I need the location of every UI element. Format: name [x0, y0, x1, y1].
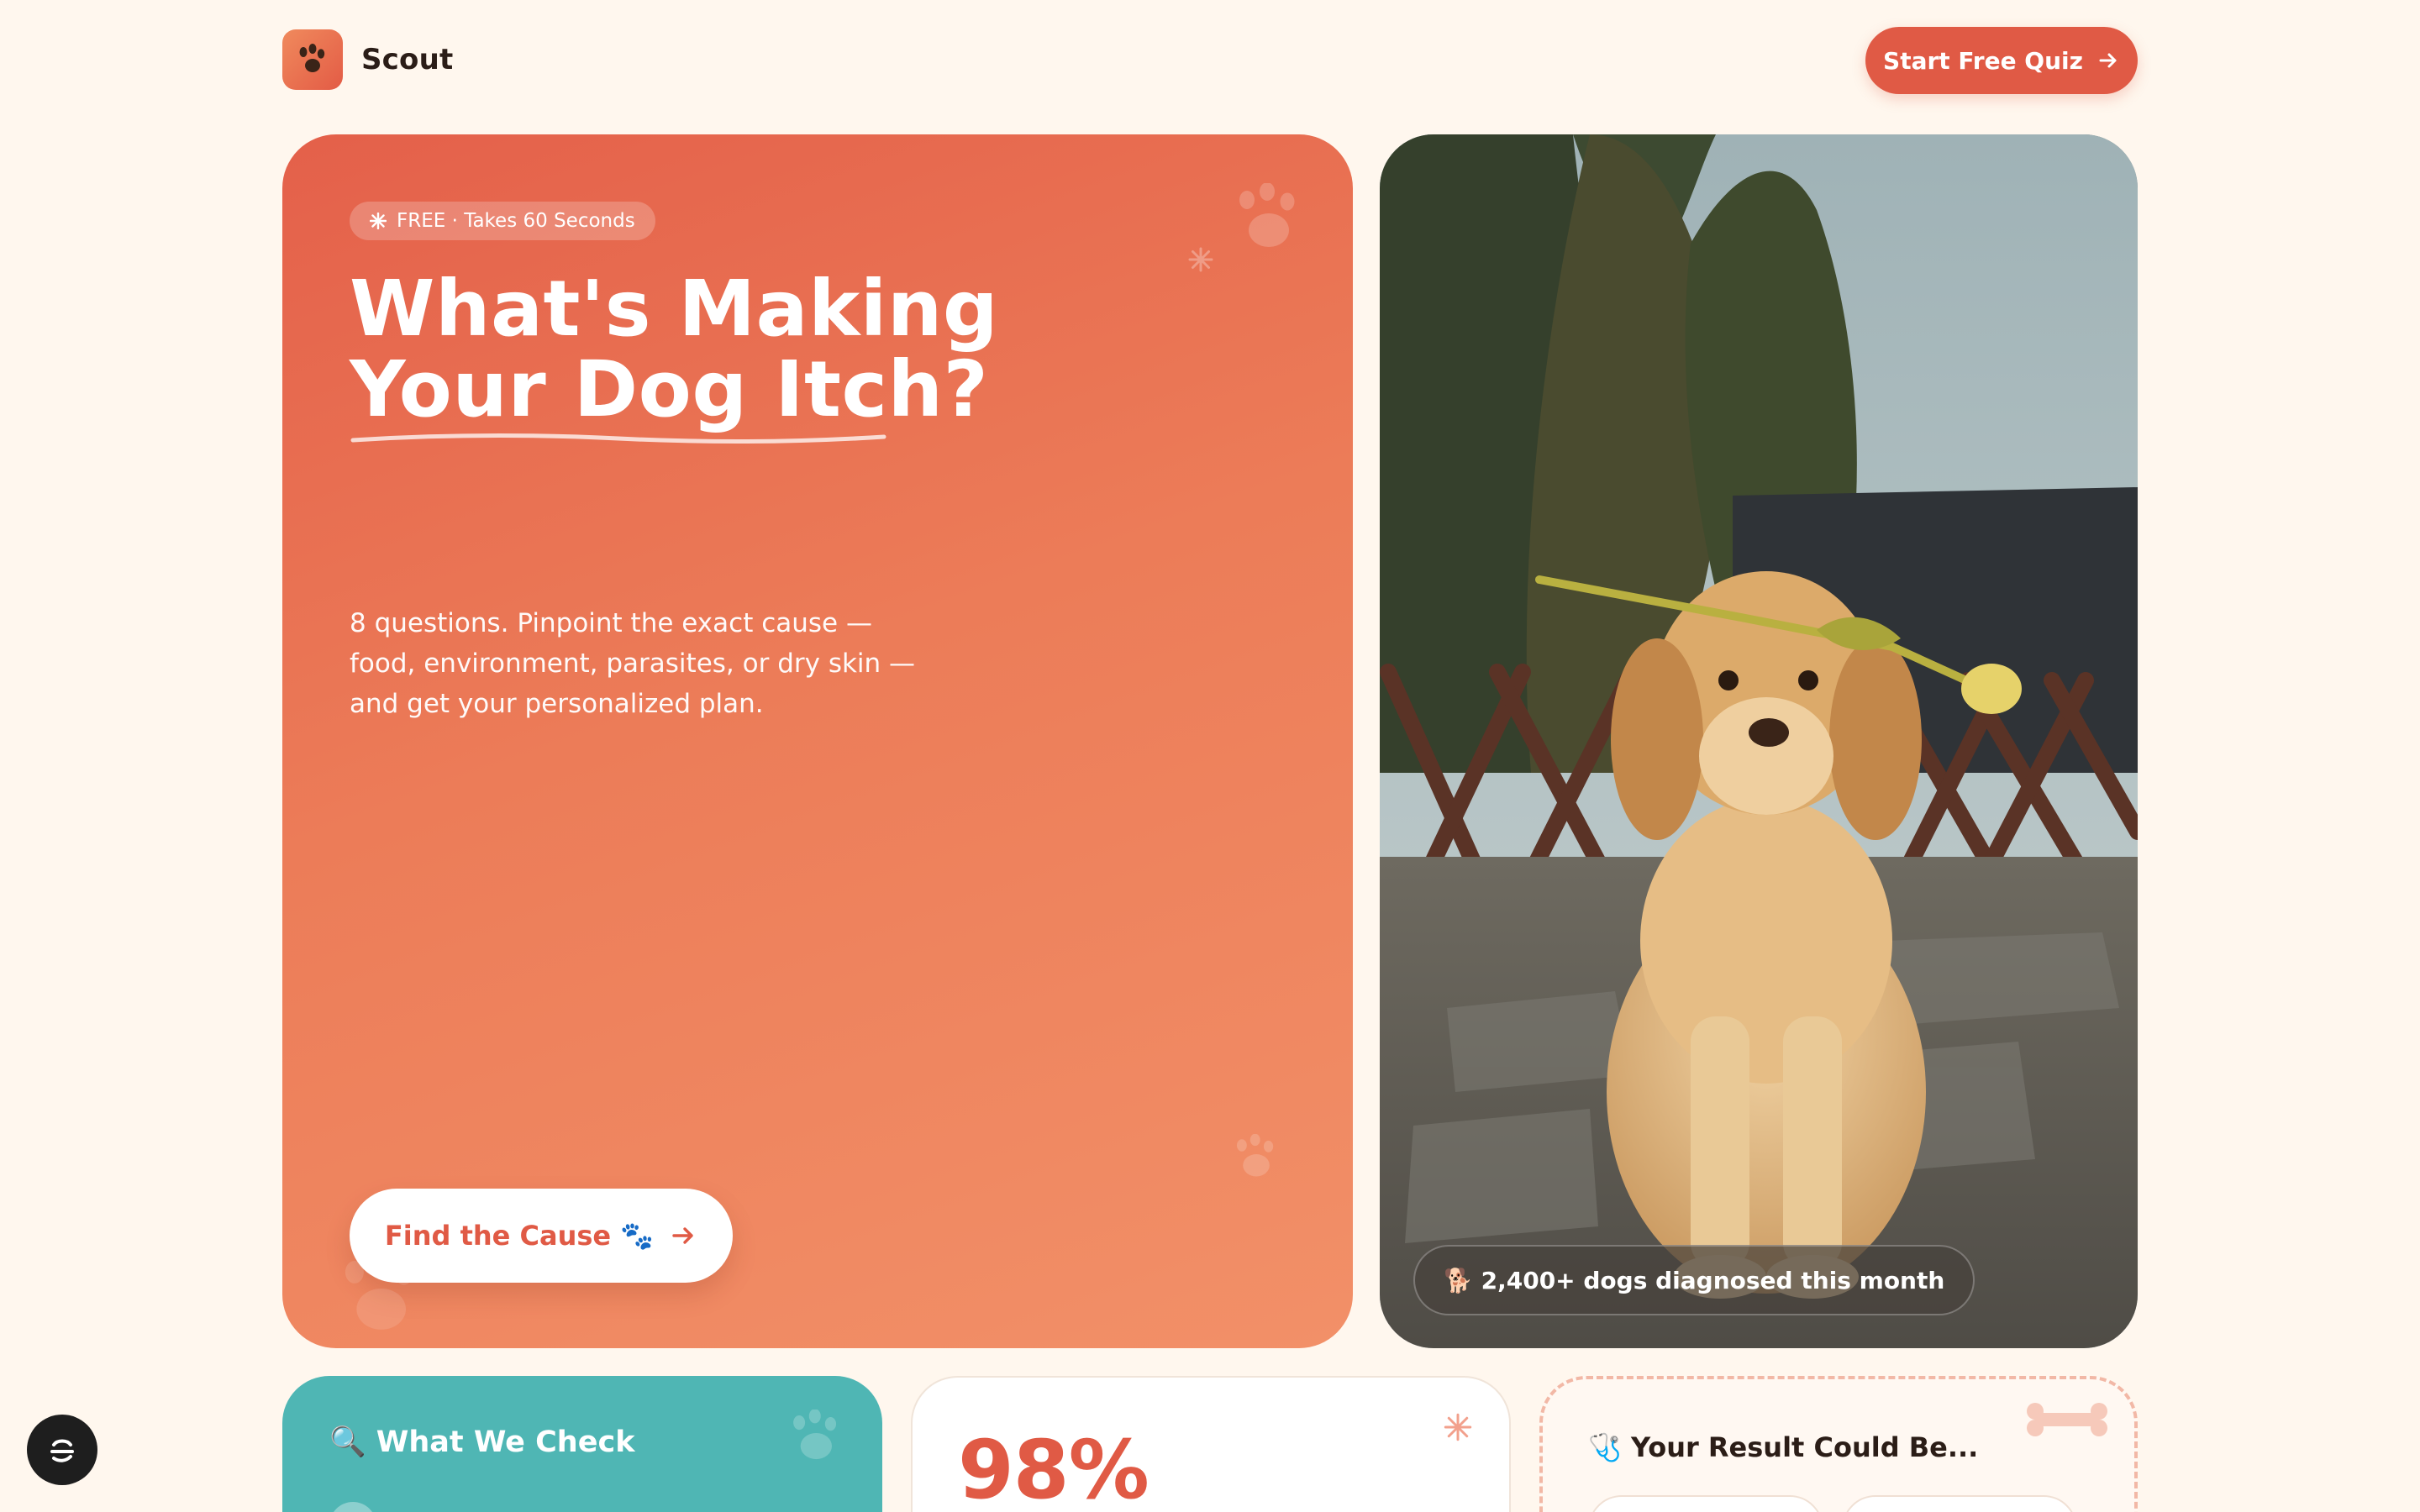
- result-chip[interactable]: [1842, 1495, 2077, 1512]
- underline-squiggle-icon: [350, 433, 886, 444]
- accuracy-stat-card: 98%: [911, 1376, 1511, 1512]
- start-quiz-label: Start Free Quiz: [1883, 46, 2083, 75]
- paw-deco-icon: [1239, 183, 1295, 247]
- what-we-check-card: 🔍 What We Check: [282, 1376, 882, 1512]
- possible-result-card: 🩺 Your Result Could Be...: [1539, 1376, 2138, 1512]
- paw-deco-icon: [793, 1410, 837, 1460]
- hero-title-line2-wrap: Your Dog Itch?: [350, 349, 988, 444]
- help-widget-button[interactable]: [27, 1415, 97, 1485]
- dog-photo-card: 🐕 2,400+ dogs diagnosed this month: [1380, 134, 2138, 1348]
- brand-logo[interactable]: Scout: [282, 29, 453, 90]
- paw-deco-icon: [345, 1252, 413, 1330]
- arrow-right-icon: [2099, 53, 2117, 68]
- sparkle-icon: [370, 213, 387, 229]
- sparkle-deco-icon: [1188, 247, 1213, 272]
- dogs-diagnosed-badge: 🐕 2,400+ dogs diagnosed this month: [1413, 1245, 1975, 1315]
- dog-photo-image: [1380, 134, 2138, 1348]
- free-pill: FREE · Takes 60 Seconds: [350, 202, 655, 240]
- what-we-check-title: 🔍 What We Check: [329, 1425, 635, 1459]
- hero-description: 8 questions. Pinpoint the exact cause — …: [350, 608, 916, 719]
- free-pill-label: FREE · Takes 60 Seconds: [397, 210, 635, 232]
- chat-widget-icon: [50, 1439, 74, 1462]
- paw-logo-icon: [282, 29, 343, 90]
- brand-name: Scout: [361, 43, 454, 76]
- result-chip[interactable]: [1588, 1495, 1823, 1512]
- accuracy-stat-value: 98%: [958, 1423, 1150, 1512]
- check-item-icon: [329, 1502, 376, 1512]
- hero-title-line2: Your Dog Itch?: [350, 344, 989, 434]
- arrow-right-icon: [672, 1227, 693, 1244]
- possible-result-title: 🩺 Your Result Could Be...: [1588, 1431, 1979, 1463]
- bone-deco-icon: [2027, 1403, 2107, 1436]
- hero-title-line1: What's Making: [350, 264, 999, 354]
- hero-card: FREE · Takes 60 Seconds What's Making Yo…: [282, 134, 1353, 1348]
- paw-deco-icon: [1236, 1134, 1274, 1177]
- find-cause-label: Find the Cause 🐾: [384, 1220, 655, 1252]
- hero-title: What's Making Your Dog Itch?: [350, 269, 1106, 444]
- start-quiz-button[interactable]: Start Free Quiz: [1865, 27, 2138, 94]
- sparkle-deco-icon: [1444, 1413, 1472, 1441]
